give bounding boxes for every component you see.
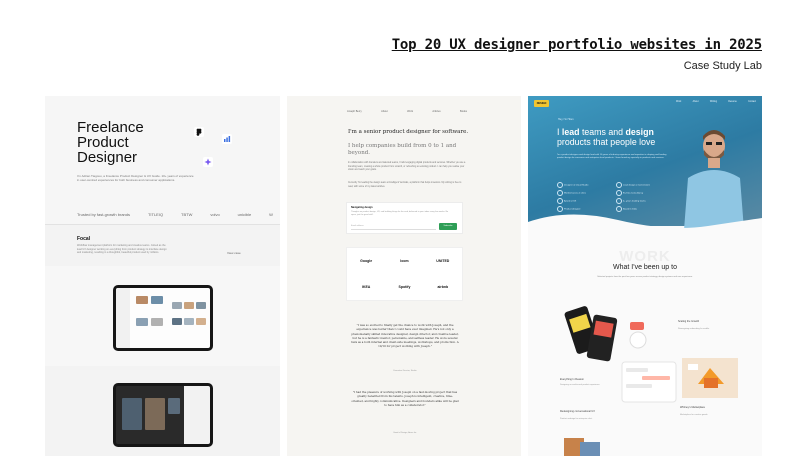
hero-title: Freelance Product Designer [77,120,144,165]
testimonial-quote: "I had the pleasure of working with Jose… [351,390,459,407]
client-logos: Google loom UNITED IKEA Spotify airbnb [346,247,463,301]
project-title: Focal [77,236,91,242]
client-logo: UNITED [436,259,450,263]
stat-item: Ex-Tata Consultancy [616,190,658,196]
section-description: Selected projects from the past few year… [597,276,693,278]
client-logo: IKEA [361,285,371,289]
stat-item: Lead design at Cornerstone [616,182,658,188]
intro-paragraph: Currently I'm leading the design team at… [348,182,462,188]
portfolio-card-design-lead[interactable]: DESIGN Work About Writing Resume Contact… [528,96,762,456]
logos-label: Trusted by fast-growth brands [77,212,130,217]
hero-description: I'm Adrian Tiagosu, a Freelance Product … [77,174,194,182]
hero-headline: I'm a senior product designer for softwa… [348,129,469,135]
article-source: Case Study Lab [683,60,762,72]
site-logo[interactable]: DESIGN [534,100,549,107]
client-logo: loom [400,259,409,263]
headline-text: products that people love [557,137,656,147]
testimonial-quote: "I was so excited to finally get the cha… [351,323,459,349]
divider [45,224,280,225]
project-title[interactable]: Scaling the Growth [678,320,748,323]
hero-subhead: I help companies build from 0 to 1 and b… [348,143,457,156]
project-title[interactable]: Whitney's Marketplace [680,406,740,409]
section-watermark: WORK [619,248,671,265]
client-logo: airbnb [437,285,449,289]
stat-item: 4+ years leading teams [616,198,658,204]
nav-item[interactable]: Work [676,101,681,103]
nav-item[interactable]: About [381,110,388,113]
project-description: Product redesign for enterprise chat. [560,418,593,420]
client-logos: Trusted by fast-growth brands TITLEIQ TB… [77,212,273,217]
nav-item[interactable]: Work [407,110,413,113]
nav-item[interactable]: Contact [748,101,756,103]
project-thumbnail-photos[interactable] [558,434,618,456]
client-logo: W [269,212,273,217]
sparkle-icon [202,156,214,168]
portfolio-card-senior-product-designer[interactable]: Joseph Berry About Work Articles Books I… [287,96,521,456]
newsletter-label: Navigating design [351,206,373,209]
client-logo: Spotify [398,285,411,289]
hero-description: I'm a product designer and design lead w… [557,154,667,159]
hero-wave-divider [528,214,762,248]
client-logo: Google [360,259,373,263]
newsletter-box: Navigating design Thoughts on product de… [346,202,463,234]
subscribe-button[interactable]: Subscribe [439,223,457,230]
client-logo: TITLEIQ [147,212,164,217]
intro-paragraph: In collaboration with founders and talen… [348,162,466,171]
testimonial-author: Head of Design, Acme Inc [393,432,417,434]
nav-item[interactable]: About [693,101,699,103]
project-description: Designing an end-to-end product experien… [560,384,601,386]
article-title-link[interactable]: Top 20 UX designer portfolio websites in… [392,37,762,53]
client-logo: unicible [237,212,252,217]
nav-item[interactable]: Resume [728,101,737,103]
headline-emphasis: design [625,127,654,137]
headline-text: teams and [579,127,626,137]
hero-title-line: Freelance [77,119,144,136]
stat-item: Worked across 4 cities [557,190,599,196]
hero-tagline: Hey, I'm Hiren [558,118,574,121]
stat-item: Designer at Cloud Studio [557,182,599,188]
project-thumbnail-marketplace[interactable] [680,354,742,402]
project-description: Reimagining onboarding for mobile. [678,328,710,330]
email-field[interactable]: Email address [351,223,436,230]
site-nav: Work About Writing Resume Contact [676,101,756,103]
hero-title-line: Designer [77,149,138,166]
chart-icon [221,133,233,145]
hero-headline: I lead teams and design products that pe… [557,127,672,147]
testimonial-author: Executive Director, Studio [393,370,417,372]
nav-item[interactable]: Writing [710,101,717,103]
project-thumbnail-mobile[interactable] [560,302,622,372]
project-title[interactable]: Everything In Reason [560,378,610,381]
client-logo: volvo [210,212,220,217]
headline-emphasis: lead [561,127,580,137]
project-description: Marketplace for creative goods. [680,414,708,416]
project-thumbnail-chat[interactable] [618,358,680,408]
project-thumbnail-badge[interactable] [626,320,676,360]
project-description: Workflow management platform for marketi… [77,244,167,254]
hero-title-line: Product [77,134,129,151]
section-title: What I've been up to [613,264,677,271]
stat-item: Award at UX [557,198,599,204]
nav-item[interactable]: Books [460,110,467,113]
tablet-mockup [113,285,213,351]
tablet-mockup-dark [113,383,213,447]
portfolio-card-freelance-designer[interactable]: Freelance Product Designer I'm Adrian Ti… [45,96,280,456]
project-title[interactable]: Redesigning conversational UX [560,410,615,413]
nav-item[interactable]: Articles [432,110,440,113]
site-name[interactable]: Joseph Berry [347,110,362,113]
client-logo: TBTW [181,212,193,217]
site-nav: Joseph Berry About Work Articles Books [347,110,467,113]
figma-icon [193,126,205,138]
newsletter-text: Thoughts on product design, UX, and buil… [351,211,449,216]
view-case-link[interactable]: View case [227,251,241,255]
